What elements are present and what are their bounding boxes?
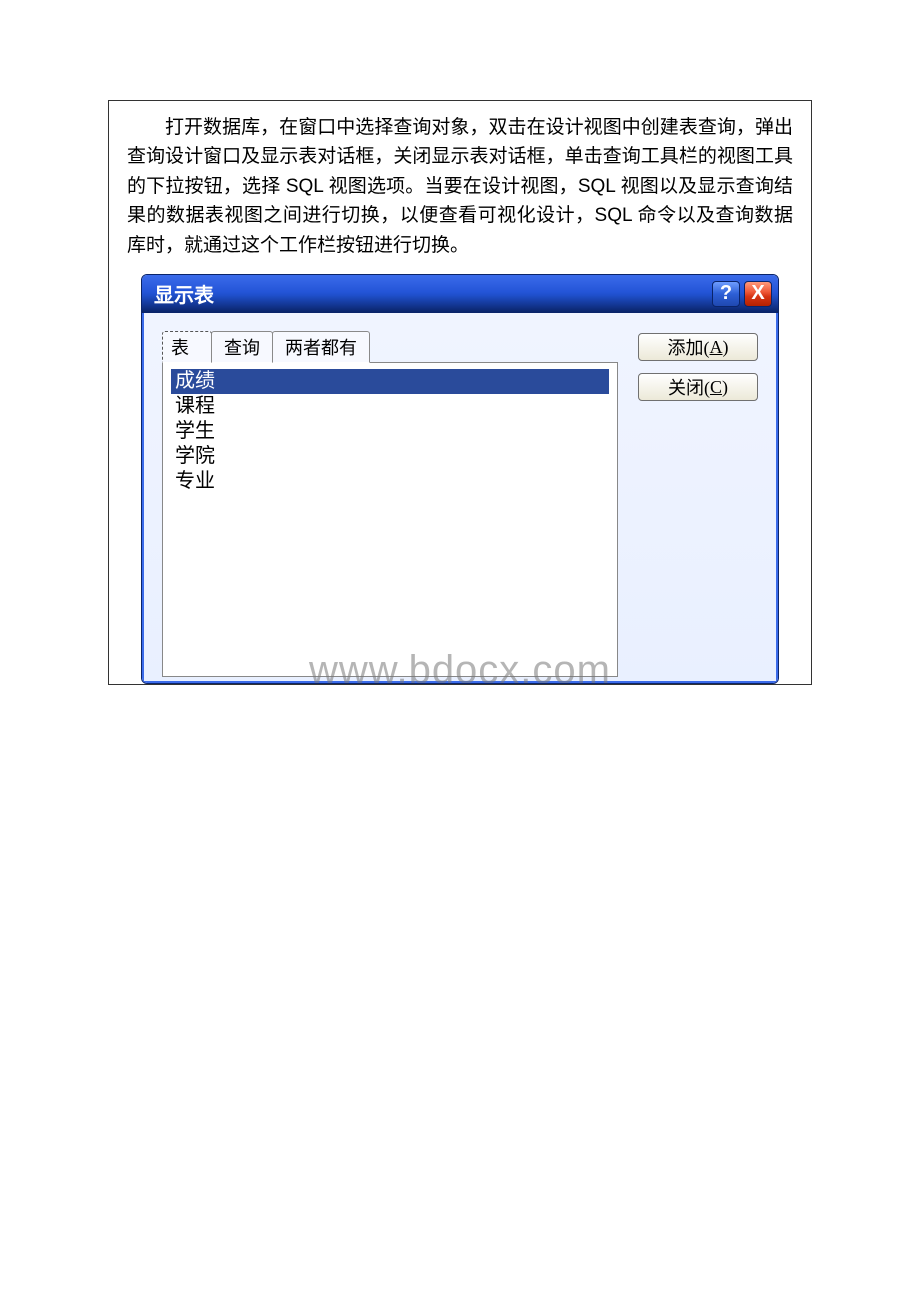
instruction-paragraph: 打开数据库，在窗口中选择查询对象，双击在设计视图中创建表查询，弹出查询设计窗口及… [127,113,793,260]
content-frame: 打开数据库，在窗口中选择查询对象，双击在设计视图中创建表查询，弹出查询设计窗口及… [108,100,812,685]
help-button[interactable]: ? [712,281,740,307]
tab-queries[interactable]: 查询 [211,331,273,363]
dialog-wrapper: 显示表 ? X 表 [127,274,793,684]
question-icon: ? [720,282,732,305]
show-table-dialog: 显示表 ? X 表 [141,274,779,684]
close-button[interactable]: X [744,281,772,307]
tab-both[interactable]: 两者都有 [272,331,370,363]
dialog-titlebar[interactable]: 显示表 ? X [142,275,778,313]
dialog-layout-row: 表 查询 两者都有 成绩 课程 学生 学院 专业 [162,331,758,677]
add-button[interactable]: 添加(A) [638,333,758,361]
close-button-key: C [710,377,722,398]
dialog-body: 表 查询 两者都有 成绩 课程 学生 学院 专业 [142,313,778,683]
close-button-suffix: ) [722,377,728,398]
close-icon: X [751,282,764,305]
list-item[interactable]: 学院 [171,444,609,469]
button-column: 添加(A) 关闭(C) [638,331,758,677]
list-padding: 成绩 课程 学生 学院 专业 [163,363,617,500]
titlebar-buttons: ? X [712,281,772,307]
tab-tables[interactable]: 表 [162,331,212,363]
close-dialog-button[interactable]: 关闭(C) [638,373,758,401]
list-item[interactable]: 成绩 [171,369,609,394]
list-item[interactable]: 专业 [171,469,609,494]
add-button-suffix: ) [723,337,729,358]
add-button-prefix: 添加( [668,334,710,360]
tab-strip: 表 查询 两者都有 [162,331,618,363]
list-item[interactable]: 学生 [171,419,609,444]
table-listbox[interactable]: 成绩 课程 学生 学院 专业 [162,362,618,677]
dialog-title: 显示表 [154,279,712,308]
list-item[interactable]: 课程 [171,394,609,419]
close-button-prefix: 关闭( [668,374,710,400]
document-page: 打开数据库，在窗口中选择查询对象，双击在设计视图中创建表查询，弹出查询设计窗口及… [0,0,920,685]
tab-column: 表 查询 两者都有 成绩 课程 学生 学院 专业 [162,331,618,677]
add-button-key: A [710,337,723,358]
